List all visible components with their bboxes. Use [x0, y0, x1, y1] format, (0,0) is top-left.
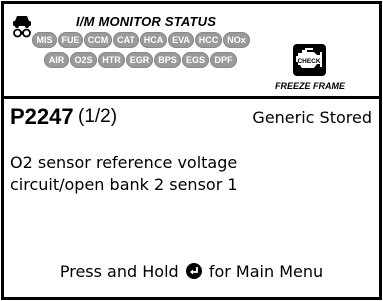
dtc-code: P2247 — [10, 104, 74, 129]
monitor-pill: NOx — [223, 32, 250, 48]
dtc-description-line: O2 sensor reference voltage — [10, 153, 238, 172]
freeze-frame-label: FREEZE FRAME — [275, 81, 346, 91]
monitor-pill: O2S — [70, 52, 97, 68]
car-icon — [13, 16, 31, 38]
monitor-pill: EGS — [182, 52, 209, 68]
monitor-status-panel: I/M MONITOR STATUS MIS FUE CCM CAT HCA E… — [4, 4, 379, 99]
monitor-pill: EVA — [168, 32, 194, 48]
footer-instruction: Press and Hold for Main Menu — [4, 262, 379, 281]
svg-text:CHECK: CHECK — [297, 58, 320, 65]
dtc-type: Generic Stored — [252, 108, 372, 127]
monitor-pill: CAT — [113, 32, 139, 48]
monitor-status-title: I/M MONITOR STATUS — [76, 14, 217, 29]
monitor-pill: HTR — [98, 52, 125, 68]
scan-tool-screen: I/M MONITOR STATUS MIS FUE CCM CAT HCA E… — [1, 1, 382, 300]
enter-icon — [185, 263, 202, 279]
footer-prefix: Press and Hold — [59, 262, 184, 281]
monitor-pill: HCC — [195, 32, 222, 48]
footer-suffix: for Main Menu — [203, 262, 324, 281]
dtc-description-line: circuit/open bank 2 sensor 1 — [10, 175, 238, 194]
monitor-pill: DPF — [210, 52, 237, 68]
monitor-pill: CCM — [84, 32, 112, 48]
monitor-pill: FUE — [58, 32, 83, 48]
monitor-pill: HCA — [140, 32, 167, 48]
dtc-description: O2 sensor reference voltage circuit/open… — [10, 152, 372, 196]
monitor-pill: BPS — [154, 52, 181, 68]
dtc-index: (1/2) — [78, 106, 118, 127]
monitor-pill: EGR — [126, 52, 153, 68]
dtc-header: P2247 (1/2) Generic Stored — [10, 104, 372, 134]
monitor-pill: MIS — [32, 32, 57, 48]
check-engine-icon: CHECK — [293, 44, 326, 76]
monitor-pill: AIR — [44, 52, 69, 68]
